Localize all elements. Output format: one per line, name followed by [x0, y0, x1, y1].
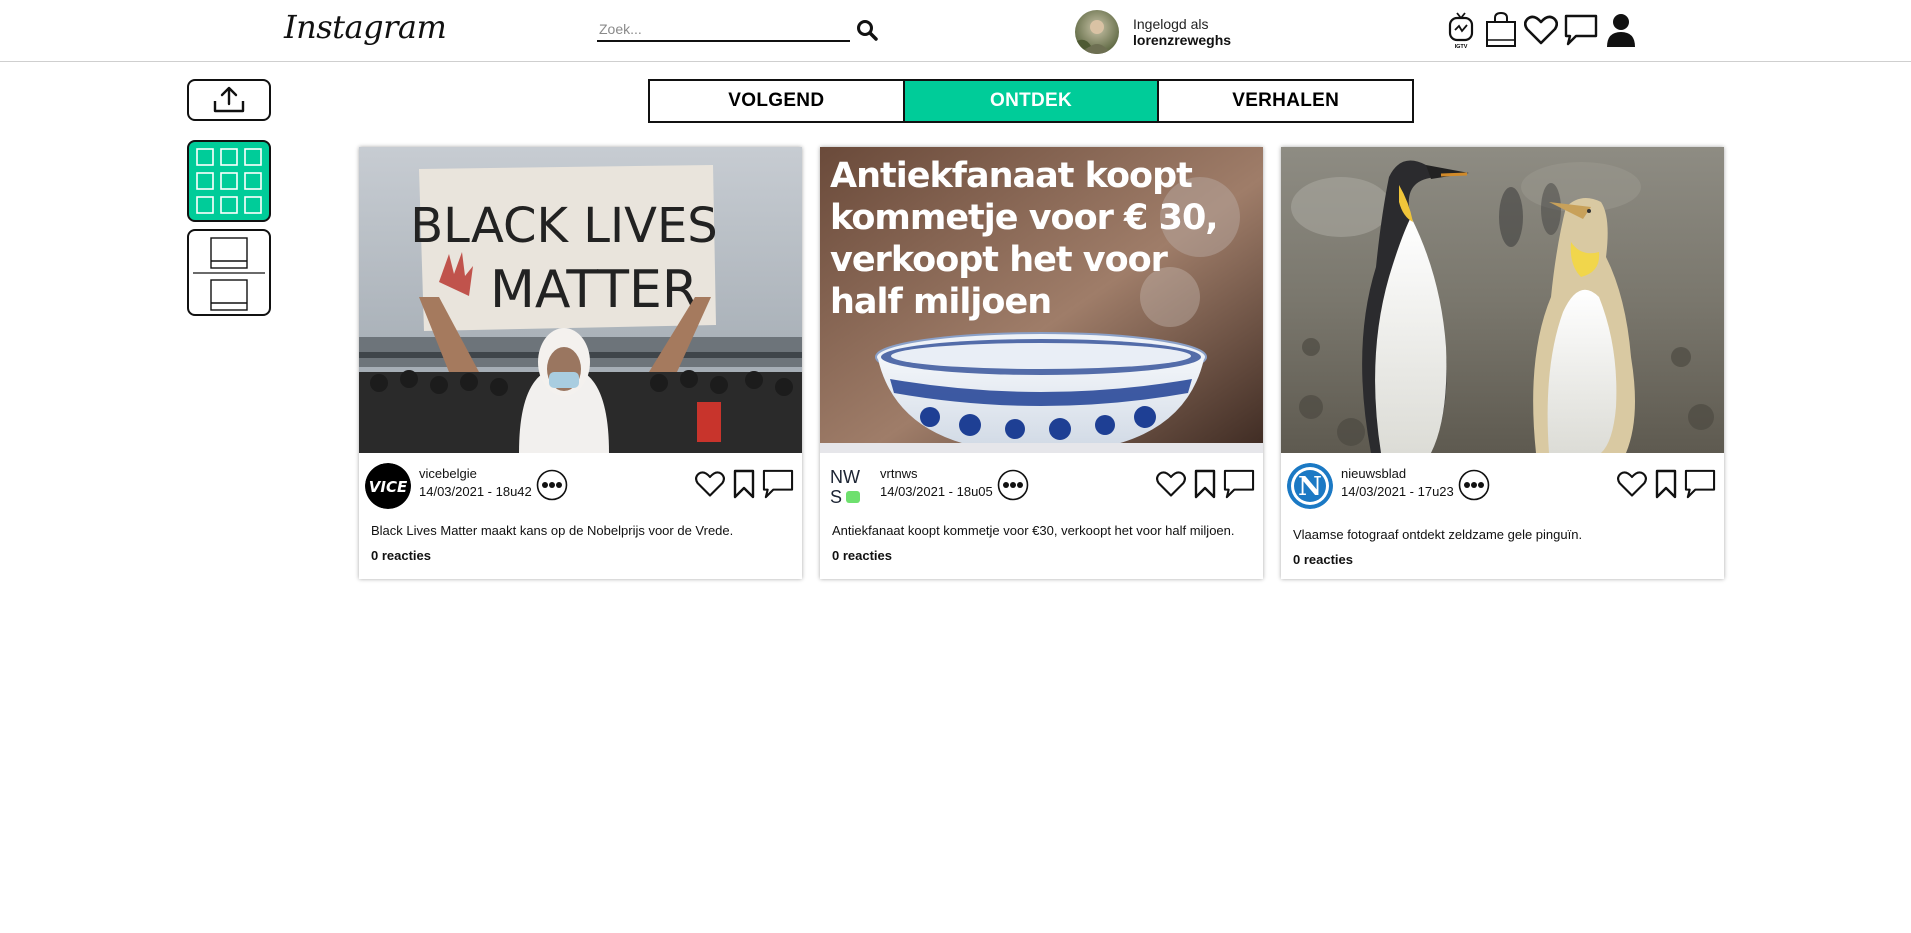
user-avatar[interactable]: [1075, 10, 1119, 54]
post-card: N nieuwsblad 14/03/2021 - 17u23 Vlaamse …: [1281, 147, 1724, 579]
username-label: lorenzreweghs: [1133, 32, 1232, 48]
post-meta: NW S vrtnws 14/03/2021 - 18u05: [826, 459, 1256, 509]
feed-tabs: VOLGEND ONTDEK VERHALEN: [648, 79, 1414, 123]
more-options-icon[interactable]: [536, 469, 568, 501]
avatar-logo-text: N: [1298, 472, 1322, 502]
headline-line-2: kommetje voor € 30,: [830, 198, 1218, 238]
comment-icon[interactable]: [761, 467, 795, 501]
source-avatar[interactable]: N: [1287, 463, 1333, 509]
bookmark-icon[interactable]: [727, 467, 761, 501]
post-image-antique-bowl[interactable]: Antiekfanaat koopt kommetje voor € 30, v…: [820, 147, 1263, 453]
like-heart-icon[interactable]: [1615, 467, 1649, 501]
search-bar: [597, 18, 879, 44]
reactions-count[interactable]: 0 reacties: [832, 548, 892, 563]
search-icon[interactable]: [855, 18, 879, 42]
grid-icon: [196, 148, 262, 214]
heart-icon[interactable]: [1523, 10, 1559, 50]
sign-text-line2: MATTER: [490, 260, 698, 320]
post-meta: N nieuwsblad 14/03/2021 - 17u23: [1287, 459, 1717, 509]
post-caption: Black Lives Matter maakt kans op de Nobe…: [371, 523, 734, 538]
like-heart-icon[interactable]: [1154, 467, 1188, 501]
tab-verhalen[interactable]: VERHALEN: [1157, 81, 1413, 121]
logged-in-user[interactable]: Ingelogd als lorenzreweghs: [1075, 10, 1231, 54]
upload-icon: [213, 86, 245, 113]
headline-line-1: Antiekfanaat koopt: [830, 156, 1192, 196]
grid-view-button[interactable]: [187, 140, 271, 222]
avatar-logo-text-1: NW: [830, 467, 860, 487]
shopping-bag-icon[interactable]: [1483, 10, 1519, 50]
messages-icon[interactable]: [1563, 10, 1599, 50]
headline-line-3: verkoopt het voor: [830, 240, 1169, 280]
post-datetime: 14/03/2021 - 18u05: [880, 484, 993, 499]
instagram-logo[interactable]: Instagram: [284, 8, 447, 46]
source-avatar[interactable]: NW S: [826, 463, 872, 509]
bookmark-icon[interactable]: [1649, 467, 1683, 501]
more-options-icon[interactable]: [1458, 469, 1490, 501]
comment-icon[interactable]: [1683, 467, 1717, 501]
avatar-logo-text: VICE: [369, 478, 408, 496]
igtv-label: IGTV: [1455, 44, 1468, 50]
post-card: Antiekfanaat koopt kommetje voor € 30, v…: [820, 147, 1263, 579]
reactions-count[interactable]: 0 reacties: [371, 548, 431, 563]
post-meta: VICE vicebelgie 14/03/2021 - 18u42: [365, 459, 795, 509]
source-avatar[interactable]: VICE: [365, 463, 411, 509]
profile-icon[interactable]: [1603, 10, 1639, 50]
comment-icon[interactable]: [1222, 467, 1256, 501]
header-icon-bar: IGTV: [1443, 10, 1643, 50]
source-name[interactable]: vrtnws: [880, 465, 993, 483]
search-input[interactable]: [597, 18, 850, 42]
tab-ontdek[interactable]: ONTDEK: [902, 81, 1158, 121]
avatar-logo-text-2: S: [830, 487, 842, 507]
post-caption: Vlaamse fotograaf ontdekt zeldzame gele …: [1293, 527, 1583, 542]
headline-line-4: half miljoen: [830, 282, 1051, 322]
post-datetime: 14/03/2021 - 17u23: [1341, 484, 1454, 499]
more-options-icon[interactable]: [997, 469, 1029, 501]
post-caption: Antiekfanaat koopt kommetje voor €30, ve…: [832, 523, 1235, 538]
post-card: BLACK LIVES MATTER VICE vicebelgie 14/03…: [359, 147, 802, 579]
list-icon: [193, 236, 265, 311]
sign-text-line1: BLACK LIVES: [410, 198, 718, 254]
logged-in-label: Ingelogd als: [1133, 16, 1209, 32]
source-name[interactable]: nieuwsblad: [1341, 465, 1454, 483]
post-image-penguins[interactable]: [1281, 147, 1724, 453]
igtv-icon[interactable]: IGTV: [1443, 10, 1479, 50]
top-navbar: Instagram Ingelogd als lorenzreweghs: [0, 0, 1911, 62]
tab-volgend[interactable]: VOLGEND: [650, 81, 903, 121]
list-view-button[interactable]: [187, 229, 271, 316]
bookmark-icon[interactable]: [1188, 467, 1222, 501]
like-heart-icon[interactable]: [693, 467, 727, 501]
upload-button[interactable]: [187, 79, 271, 121]
source-name[interactable]: vicebelgie: [419, 465, 532, 483]
post-datetime: 14/03/2021 - 18u42: [419, 484, 532, 499]
reactions-count[interactable]: 0 reacties: [1293, 552, 1353, 567]
post-image-protest[interactable]: BLACK LIVES MATTER: [359, 147, 802, 453]
